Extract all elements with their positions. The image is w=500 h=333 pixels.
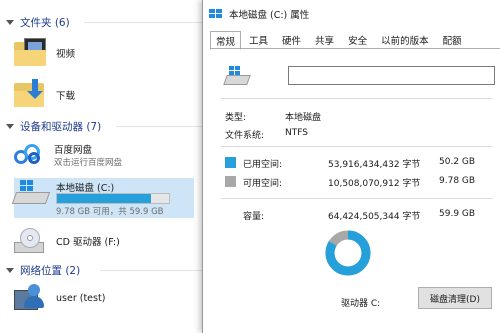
capacity-label: 容量:	[243, 212, 265, 222]
download-folder-icon	[14, 79, 48, 111]
divider	[100, 270, 206, 271]
free-space-label: 可用空间:	[243, 179, 283, 189]
used-space-swatch	[225, 157, 236, 168]
tab-quota[interactable]: 配额	[437, 30, 468, 48]
group-label: 设备和驱动器 (7)	[20, 120, 102, 133]
divider	[221, 198, 493, 199]
tab-sharing[interactable]: 共享	[309, 30, 340, 48]
drive-name-input[interactable]	[288, 66, 495, 85]
explorer-pane: 文件夹 (6) 视频 下载 设备和驱动器 (7) 百度网盘 双击运行百度网盘 本…	[0, 0, 210, 333]
cd-drive-icon	[14, 228, 46, 254]
network-user-icon	[14, 284, 46, 312]
drive-icon	[223, 66, 251, 86]
properties-dialog: 本地磁盘 (C:) 属性 常规 工具 硬件 共享 安全 以前的版本 配额 类型:…	[202, 0, 500, 333]
hard-drive-icon	[11, 180, 51, 206]
capacity-bytes: 64,424,505,344 字节	[328, 212, 421, 222]
usage-donut-chart	[325, 230, 371, 276]
filesystem-label: 文件系统:	[225, 131, 265, 141]
drive-label: 驱动器 C:	[341, 299, 381, 309]
list-item-video[interactable]: 视频	[14, 38, 75, 68]
used-space-gb: 50.2 GB	[439, 157, 476, 167]
disk-space-text: 9.78 GB 可用，共 59.9 GB	[56, 207, 164, 217]
free-space-bytes: 10,508,070,912 字节	[328, 179, 421, 189]
tab-security[interactable]: 安全	[342, 30, 373, 48]
group-header-network[interactable]: 网络位置 (2)	[4, 262, 206, 278]
chevron-down-icon	[6, 19, 14, 25]
divider	[221, 98, 493, 99]
dialog-title: 本地磁盘 (C:) 属性	[229, 10, 310, 21]
group-label: 文件夹 (6)	[20, 16, 70, 29]
list-item-cd-drive[interactable]: CD 驱动器 (F:)	[14, 228, 120, 254]
group-header-devices[interactable]: 设备和驱动器 (7)	[4, 118, 206, 134]
drive-icon	[209, 9, 223, 19]
group-header-folders[interactable]: 文件夹 (6)	[4, 14, 204, 30]
title-bar[interactable]: 本地磁盘 (C:) 属性	[203, 0, 500, 28]
used-space-bytes: 53,916,434,432 字节	[328, 160, 421, 170]
tab-previous-versions[interactable]: 以前的版本	[375, 30, 435, 48]
group-label: 网络位置 (2)	[20, 264, 81, 277]
chevron-down-icon	[6, 123, 14, 129]
type-label: 类型:	[225, 113, 247, 123]
chevron-down-icon	[6, 267, 14, 273]
item-label: 视频	[56, 49, 76, 60]
tab-tools[interactable]: 工具	[243, 30, 274, 48]
baidu-cloud-icon	[14, 144, 44, 166]
list-item-baidu[interactable]: 百度网盘 双击运行百度网盘	[14, 142, 122, 168]
list-item-downloads[interactable]: 下载	[14, 79, 75, 111]
item-label: user (test)	[56, 292, 106, 304]
tab-underline	[210, 48, 500, 49]
divider	[221, 146, 493, 147]
capacity-gb: 59.9 GB	[439, 209, 476, 219]
item-label: 下载	[56, 91, 76, 102]
item-label: CD 驱动器 (F:)	[56, 237, 120, 248]
divider	[84, 22, 204, 23]
free-space-swatch	[225, 176, 236, 187]
video-folder-icon	[14, 38, 48, 68]
item-label: 百度网盘	[54, 145, 93, 156]
tab-hardware[interactable]: 硬件	[276, 30, 307, 48]
divider	[116, 126, 206, 127]
type-value: 本地磁盘	[285, 113, 322, 123]
disk-usage-bar	[56, 193, 170, 204]
list-item-user[interactable]: user (test)	[14, 284, 105, 312]
item-subtitle: 双击运行百度网盘	[54, 158, 123, 168]
tab-strip: 常规 工具 硬件 共享 安全 以前的版本 配额	[210, 30, 470, 50]
filesystem-value: NTFS	[285, 128, 308, 138]
disk-cleanup-button[interactable]: 磁盘清理(D)	[418, 287, 492, 309]
free-space-gb: 9.78 GB	[439, 176, 476, 186]
item-label: 本地磁盘 (C:)	[56, 183, 115, 194]
used-space-label: 已用空间:	[243, 160, 283, 170]
